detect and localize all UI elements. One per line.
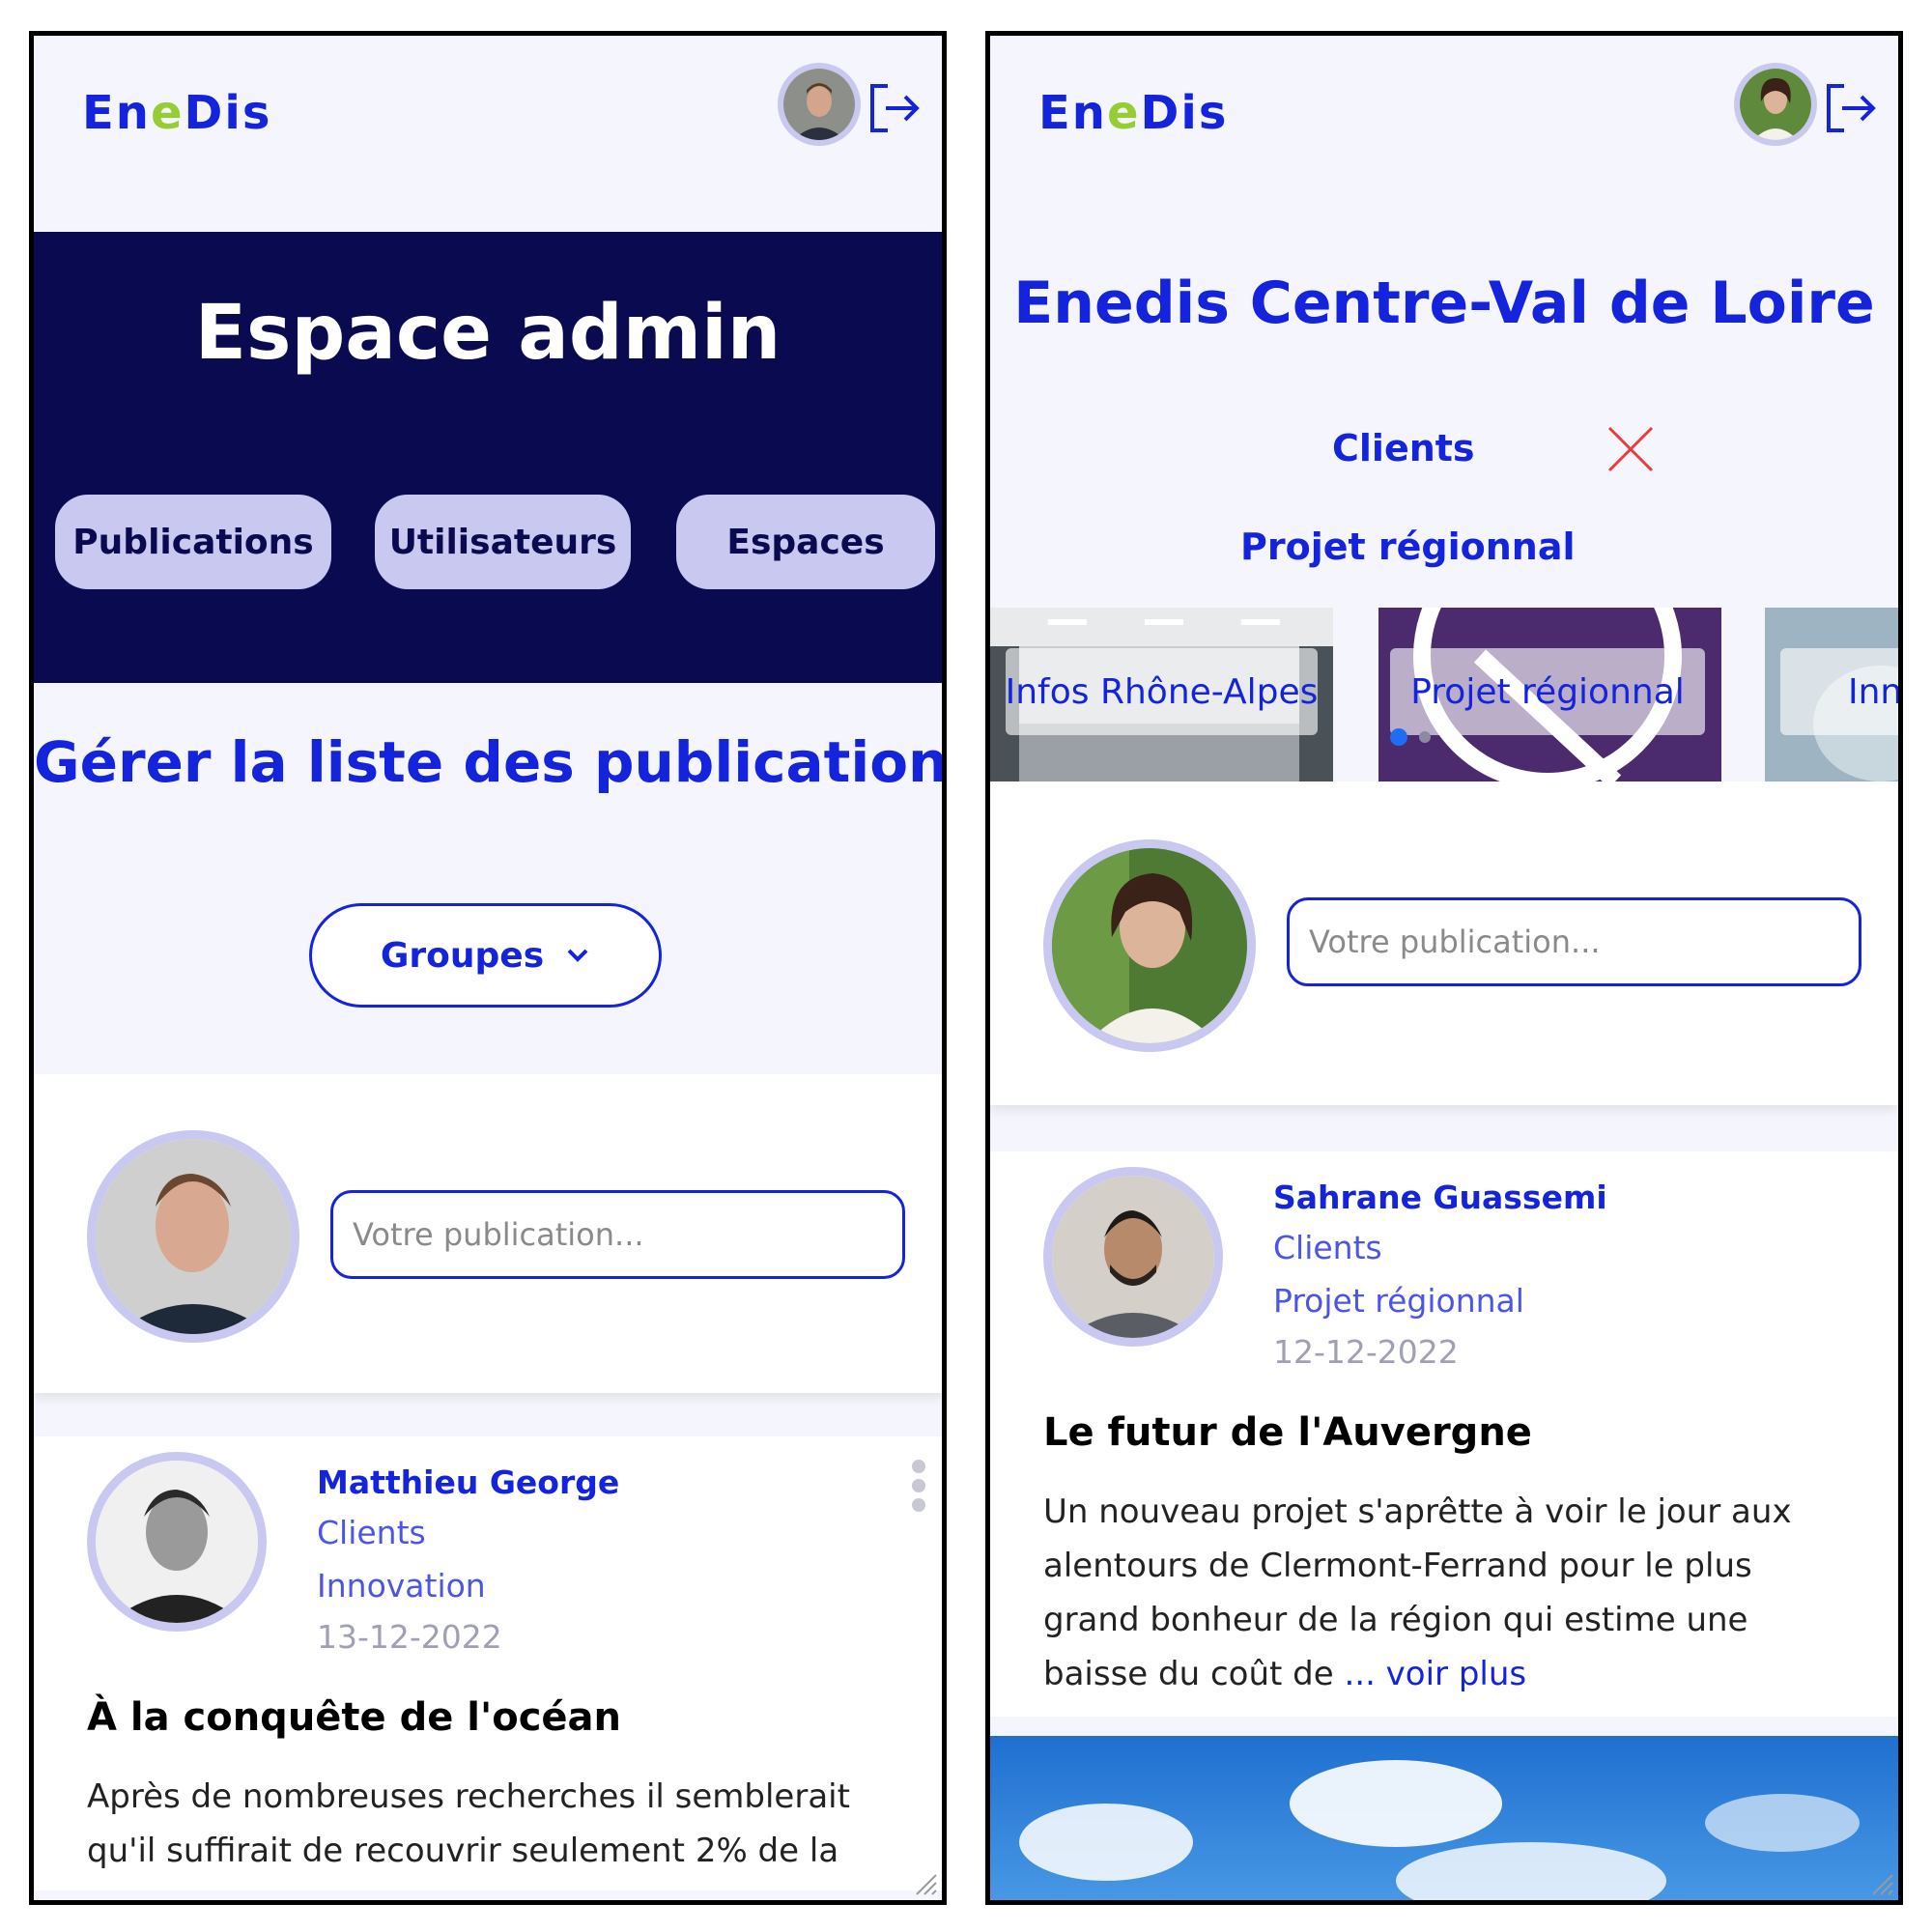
post-author-name[interactable]: Matthieu George <box>317 1463 619 1501</box>
groups-dropdown[interactable]: Groupes <box>309 903 662 1008</box>
post-author-avatar[interactable] <box>1043 1167 1223 1347</box>
avatar-photo <box>783 69 855 140</box>
publication-input[interactable] <box>1287 897 1861 986</box>
carousel-label: Projet régionnal <box>1390 648 1705 735</box>
post-group: Projet régionnal <box>1273 1282 1524 1320</box>
logo-text-accent: e <box>1106 86 1141 140</box>
logo-text-part: En <box>1038 86 1107 140</box>
post-category: Clients <box>1273 1229 1382 1266</box>
app-header: EneDis <box>990 36 1898 229</box>
composer-avatar <box>87 1130 299 1343</box>
post-card: Matthieu George Clients Innovation 13-12… <box>34 1436 942 1890</box>
resize-handle-icon[interactable] <box>909 1867 938 1896</box>
publications-button[interactable]: Publications <box>55 495 331 589</box>
avatar-photo <box>96 1461 258 1623</box>
close-icon[interactable] <box>1605 424 1656 474</box>
dropdown-label: Groupes <box>380 935 545 976</box>
post-group: Innovation <box>317 1567 486 1605</box>
carousel-label: Infos Rhône-Alpes <box>1006 648 1318 735</box>
header-avatar[interactable] <box>1734 63 1817 146</box>
filter-category: Clients <box>1332 427 1475 469</box>
post-body: Un nouveau projet s'aprêtte à voir le jo… <box>1043 1485 1845 1701</box>
post-card: Sahrane Guassemi Clients Projet régionna… <box>990 1151 1898 1717</box>
resize-handle-icon[interactable] <box>1865 1867 1894 1896</box>
spaces-button[interactable]: Espaces <box>676 495 935 589</box>
carousel-label: Innovation <box>1780 648 1898 735</box>
admin-banner: Espace admin Publications Utilisateurs E… <box>34 232 942 683</box>
carousel-item[interactable]: Projet régionnal <box>1378 608 1721 781</box>
space-screen: EneDis Enedis Centre-Val de Loire Client… <box>985 31 1903 1905</box>
avatar-photo <box>1052 848 1247 1043</box>
more-options-icon[interactable] <box>909 1460 928 1512</box>
composer-avatar <box>1043 839 1256 1052</box>
avatar-photo <box>1052 1176 1214 1338</box>
post-sky-image <box>990 1736 1898 1900</box>
read-more-link[interactable]: ... voir plus <box>1344 1655 1526 1693</box>
avatar-photo <box>1740 69 1811 140</box>
publication-input[interactable] <box>330 1190 905 1279</box>
logo-text-part: Dis <box>184 86 272 140</box>
space-title: Enedis Centre-Val de Loire <box>1013 270 1875 337</box>
section-title: Gérer la liste des publications <box>34 729 947 795</box>
avatar-photo <box>96 1139 291 1334</box>
post-date: 13-12-2022 <box>317 1618 502 1656</box>
admin-screen: EneDis Espace admin Publications Utilisa… <box>29 31 947 1905</box>
logout-icon[interactable] <box>1823 80 1879 136</box>
enedis-logo[interactable]: EneDis <box>82 86 271 140</box>
post-author-avatar[interactable] <box>87 1452 267 1632</box>
app-header: EneDis <box>34 36 942 229</box>
logo-text-part: En <box>82 86 151 140</box>
filter-group: Projet régionnal <box>1240 526 1576 568</box>
post-author-name[interactable]: Sahrane Guassemi <box>1273 1179 1607 1216</box>
logout-icon[interactable] <box>867 80 923 136</box>
header-avatar[interactable] <box>778 63 861 146</box>
banner-title: Espace admin <box>194 290 781 377</box>
post-category: Clients <box>317 1514 426 1551</box>
post-date: 12-12-2022 <box>1273 1333 1459 1371</box>
chevron-down-icon <box>567 949 588 962</box>
carousel-dots <box>1390 728 1431 746</box>
composer-card <box>990 781 1898 1105</box>
logo-text-accent: e <box>150 86 185 140</box>
composer-card <box>34 1074 942 1393</box>
post-title: À la conquête de l'océan <box>87 1695 622 1740</box>
carousel-item[interactable]: Infos Rhône-Alpes <box>990 608 1333 781</box>
users-button[interactable]: Utilisateurs <box>375 495 631 589</box>
post-title: Le futur de l'Auvergne <box>1043 1410 1532 1455</box>
logo-text-part: Dis <box>1140 86 1229 140</box>
post-body: Après de nombreuses recherches il semble… <box>87 1777 850 1870</box>
enedis-logo[interactable]: EneDis <box>1038 86 1228 140</box>
carousel-item[interactable]: Innovation <box>1765 608 1898 781</box>
